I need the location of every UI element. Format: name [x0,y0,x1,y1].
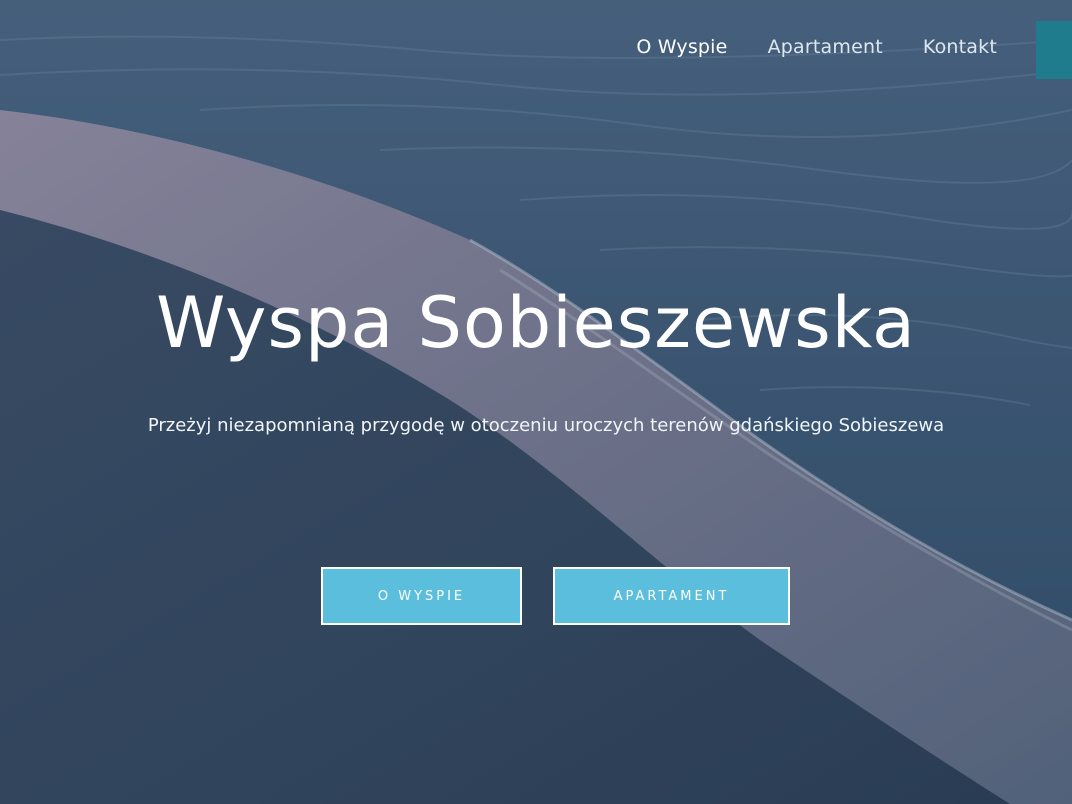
hero-section: O Wyspie Apartament Kontakt Wyspa Sobies… [0,0,1072,804]
page-title: Wyspa Sobieszewska [156,282,916,364]
o-wyspie-button[interactable]: O WYSPIE [321,567,522,625]
nav-item-kontakt[interactable]: Kontakt [923,36,997,58]
main-nav: O Wyspie Apartament Kontakt [636,36,997,58]
nav-item-o-wyspie[interactable]: O Wyspie [636,36,727,58]
menu-toggle-icon[interactable] [1036,21,1072,79]
apartament-button[interactable]: APARTAMENT [553,567,790,625]
hero-subtitle: Przeżyj niezapomnianą przygodę w otoczen… [147,415,945,436]
nav-item-apartament[interactable]: Apartament [768,36,883,58]
beach-background-image [0,0,1072,804]
